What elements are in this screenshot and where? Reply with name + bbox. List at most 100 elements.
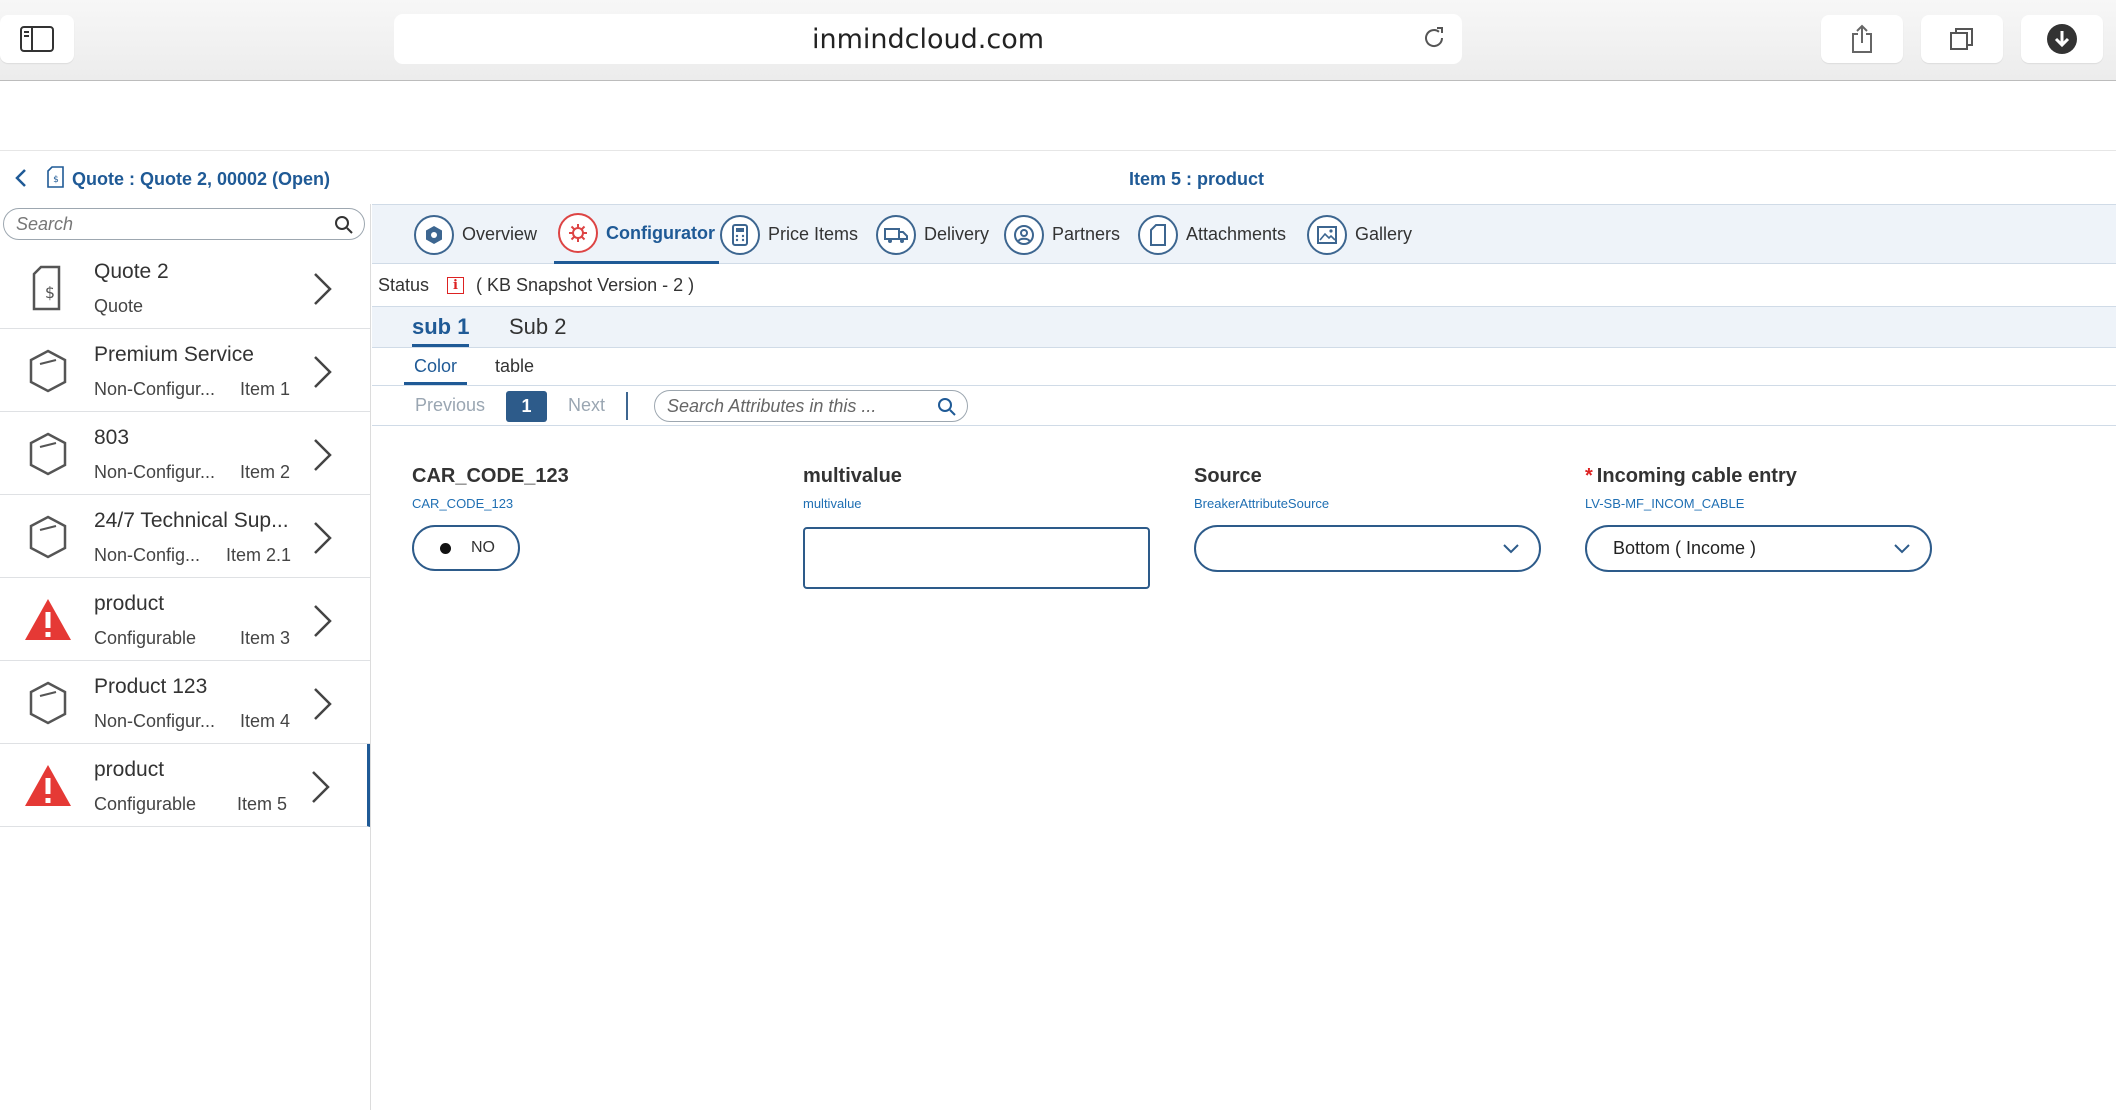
chevron-right-icon <box>314 688 332 720</box>
item-number: Item 2.1 <box>226 545 292 565</box>
tab-delivery[interactable]: Delivery <box>876 205 989 264</box>
tabs-button[interactable] <box>1921 15 2003 63</box>
item-number: Item 5 <box>237 794 288 814</box>
item-number: Item 3 <box>240 628 291 648</box>
field-multivalue: multivalue multivalue <box>803 465 1150 589</box>
field-car-code: CAR_CODE_123 CAR_CODE_123 NO <box>412 465 569 571</box>
field-incoming-cable: * Incoming cable entry LV-SB-MF_INCOM_CAB… <box>1585 465 1932 572</box>
sidebar-search-input[interactable]: Search <box>3 208 365 240</box>
product-box-icon <box>29 432 67 476</box>
info-icon[interactable]: i <box>447 277 465 294</box>
tabs-icon <box>1950 28 1973 50</box>
grouptab-color[interactable]: Color <box>404 356 468 385</box>
attribute-search-input[interactable]: Search Attributes in this ... <box>654 390 968 422</box>
tab-label: Price Items <box>768 224 859 244</box>
attribute-pager: Previous 1 Next Search Attributes in thi… <box>372 386 2116 426</box>
warning-icon <box>25 765 71 806</box>
tab-attachments[interactable]: Attachments <box>1138 205 1286 264</box>
item-list: $ Quote 2 Quote Premium Service Non-Conf… <box>0 246 370 827</box>
item-type: Quote <box>94 296 144 316</box>
next-button[interactable]: Next <box>568 395 605 416</box>
product-box-icon <box>29 515 67 559</box>
field-code: CAR_CODE_123 <box>412 496 514 511</box>
tab-label: Gallery <box>1355 224 1413 244</box>
status-text: ( KB Snapshot Version - 2 ) <box>476 275 695 295</box>
download-icon <box>2047 24 2077 54</box>
car-code-toggle[interactable]: NO <box>412 525 520 571</box>
url-text: inmindcloud.com <box>811 23 1045 55</box>
list-item[interactable]: 24/7 Technical Sup... Non-Config... Item… <box>0 495 370 578</box>
field-code: BreakerAttributeSource <box>1194 496 1330 511</box>
chevron-right-icon <box>312 771 330 803</box>
tab-configurator[interactable]: Configurator <box>554 205 719 264</box>
multivalue-input[interactable] <box>803 527 1150 589</box>
breadcrumb-bar: $ Quote : Quote 2, 00002 (Open) Item 5 :… <box>0 152 2116 204</box>
page-title: Item 5 : product <box>1129 169 1265 189</box>
share-button[interactable] <box>1821 15 1903 63</box>
item-type: Non-Config... <box>94 545 201 565</box>
item-sidebar: Search $ Quote 2 Quote Premium Service N… <box>0 204 371 1110</box>
item-type: Non-Configur... <box>94 462 216 482</box>
page-number-button[interactable]: 1 <box>506 391 547 422</box>
pager-divider <box>626 392 628 420</box>
cable-entry-select[interactable]: Bottom ( Income ) <box>1585 525 1932 572</box>
item-type: Configurable <box>94 794 197 814</box>
field-code: multivalue <box>803 496 862 511</box>
chevron-right-icon <box>314 605 332 637</box>
svg-text:$: $ <box>53 175 59 185</box>
reload-icon[interactable] <box>1420 24 1448 52</box>
field-label: CAR_CODE_123 <box>412 465 569 487</box>
select-value: Bottom ( Income ) <box>1613 538 1757 558</box>
breadcrumb[interactable]: Quote : Quote 2, 00002 (Open) <box>72 169 330 190</box>
list-item[interactable]: 803 Non-Configur... Item 2 <box>0 412 370 495</box>
back-chevron-icon[interactable] <box>14 168 30 188</box>
tab-price-items[interactable]: Price Items <box>720 205 858 264</box>
search-icon[interactable] <box>937 397 957 417</box>
list-item-selected[interactable]: product Configurable Item 5 <box>0 744 370 827</box>
chevron-right-icon <box>314 356 332 388</box>
previous-button[interactable]: Previous <box>415 395 485 416</box>
tab-partners[interactable]: Partners <box>1004 205 1120 264</box>
item-name: 803 <box>94 426 130 449</box>
chevron-down-icon <box>1894 544 1910 554</box>
source-select[interactable] <box>1194 525 1541 572</box>
sidebar-toggle-button[interactable] <box>0 15 74 63</box>
tab-gallery[interactable]: Gallery <box>1307 205 1412 264</box>
list-item[interactable]: product Configurable Item 3 <box>0 578 370 661</box>
subtab-sub1[interactable]: sub 1 <box>412 314 470 347</box>
tab-label: Configurator <box>606 222 715 243</box>
share-icon <box>1852 24 1872 53</box>
app-header <box>0 81 2116 151</box>
grouptab-table[interactable]: table <box>485 356 544 382</box>
sub-tabs: sub 1 Sub 2 <box>372 306 2116 348</box>
list-item[interactable]: Product 123 Non-Configur... Item 4 <box>0 661 370 744</box>
item-type: Configurable <box>94 628 197 648</box>
subtab-sub2[interactable]: Sub 2 <box>509 314 567 344</box>
address-bar[interactable]: inmindcloud.com <box>394 14 1462 64</box>
item-name: Premium Service <box>94 343 254 366</box>
tab-label: Delivery <box>924 224 990 244</box>
field-label-wrap: * Incoming cable entry <box>1585 465 1797 488</box>
person-icon <box>1004 214 1044 255</box>
tab-overview[interactable]: Overview <box>414 205 537 264</box>
item-name: Quote 2 <box>94 260 169 283</box>
tab-label: Overview <box>462 224 538 244</box>
quote-doc-icon: $ <box>47 166 64 188</box>
item-name: product <box>94 758 165 781</box>
group-tabs: Color table <box>372 349 2116 386</box>
list-item[interactable]: Premium Service Non-Configur... Item 1 <box>0 329 370 412</box>
search-icon[interactable] <box>334 215 354 235</box>
overview-icon <box>414 214 454 255</box>
field-label: multivalue <box>803 465 902 487</box>
calculator-icon <box>720 214 760 255</box>
chevron-down-icon <box>1503 544 1519 554</box>
search-placeholder: Search <box>16 213 74 234</box>
truck-icon <box>876 214 916 255</box>
item-name: 24/7 Technical Sup... <box>94 509 289 532</box>
sidebar-icon <box>20 26 54 52</box>
downloads-button[interactable] <box>2021 15 2103 63</box>
item-number: Item 1 <box>240 379 291 399</box>
toggle-value: NO <box>471 539 495 556</box>
list-item[interactable]: $ Quote 2 Quote <box>0 246 370 329</box>
field-code: LV-SB-MF_INCOM_CABLE <box>1585 496 1745 511</box>
